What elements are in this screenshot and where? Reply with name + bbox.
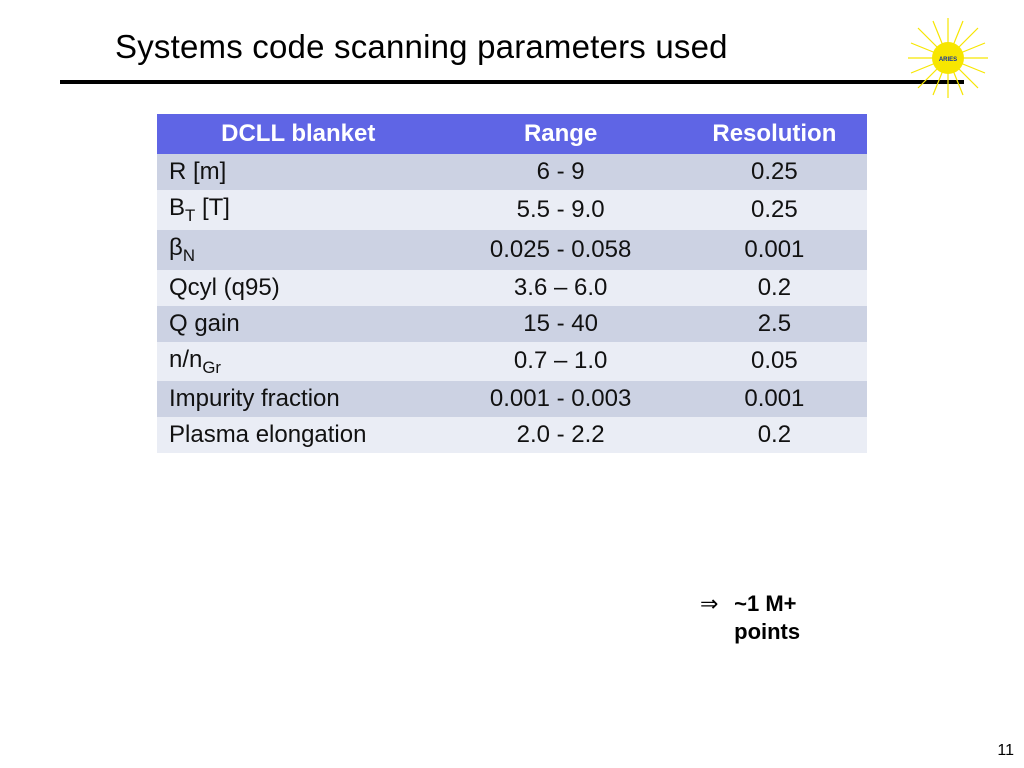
cell-range: 6 - 9 [440, 154, 682, 190]
cell-range: 15 - 40 [440, 306, 682, 342]
table-row: Impurity fraction0.001 - 0.0030.001 [157, 381, 867, 417]
cell-parameter: BT [T] [157, 190, 440, 230]
cell-resolution: 0.2 [682, 417, 867, 453]
footnote: ⇒ ~1 M+ points [700, 590, 800, 645]
page-title: Systems code scanning parameters used [115, 28, 964, 66]
cell-resolution: 0.25 [682, 154, 867, 190]
arrow-icon: ⇒ [700, 590, 728, 618]
parameters-table: DCLL blanket Range Resolution R [m]6 - 9… [157, 114, 867, 453]
cell-range: 0.001 - 0.003 [440, 381, 682, 417]
cell-parameter: Qcyl (q95) [157, 270, 440, 306]
table-row: n/nGr0.7 – 1.00.05 [157, 342, 867, 382]
cell-resolution: 0.2 [682, 270, 867, 306]
cell-resolution: 0.25 [682, 190, 867, 230]
cell-parameter: Impurity fraction [157, 381, 440, 417]
svg-text:ARIES: ARIES [939, 57, 957, 63]
cell-resolution: 2.5 [682, 306, 867, 342]
col-header-parameter: DCLL blanket [157, 114, 440, 154]
cell-resolution: 0.001 [682, 230, 867, 270]
cell-resolution: 0.001 [682, 381, 867, 417]
cell-range: 0.025 - 0.058 [440, 230, 682, 270]
cell-range: 3.6 – 6.0 [440, 270, 682, 306]
table-row: Qcyl (q95)3.6 – 6.00.2 [157, 270, 867, 306]
table-row: Plasma elongation2.0 - 2.20.2 [157, 417, 867, 453]
cell-parameter: R [m] [157, 154, 440, 190]
table-row: R [m]6 - 90.25 [157, 154, 867, 190]
cell-parameter: Q gain [157, 306, 440, 342]
header-divider [60, 80, 964, 84]
cell-range: 5.5 - 9.0 [440, 190, 682, 230]
col-header-range: Range [440, 114, 682, 154]
cell-parameter: n/nGr [157, 342, 440, 382]
footnote-line1: ~1 M+ [734, 591, 796, 616]
table-row: βN0.025 - 0.0580.001 [157, 230, 867, 270]
cell-range: 2.0 - 2.2 [440, 417, 682, 453]
table-row: Q gain15 - 402.5 [157, 306, 867, 342]
cell-parameter: βN [157, 230, 440, 270]
col-header-resolution: Resolution [682, 114, 867, 154]
cell-resolution: 0.05 [682, 342, 867, 382]
table-row: BT [T]5.5 - 9.00.25 [157, 190, 867, 230]
page-number: 11 [997, 742, 1014, 760]
cell-range: 0.7 – 1.0 [440, 342, 682, 382]
footnote-line2: points [734, 619, 800, 644]
cell-parameter: Plasma elongation [157, 417, 440, 453]
aries-sun-logo-icon: ARIES [908, 18, 988, 103]
